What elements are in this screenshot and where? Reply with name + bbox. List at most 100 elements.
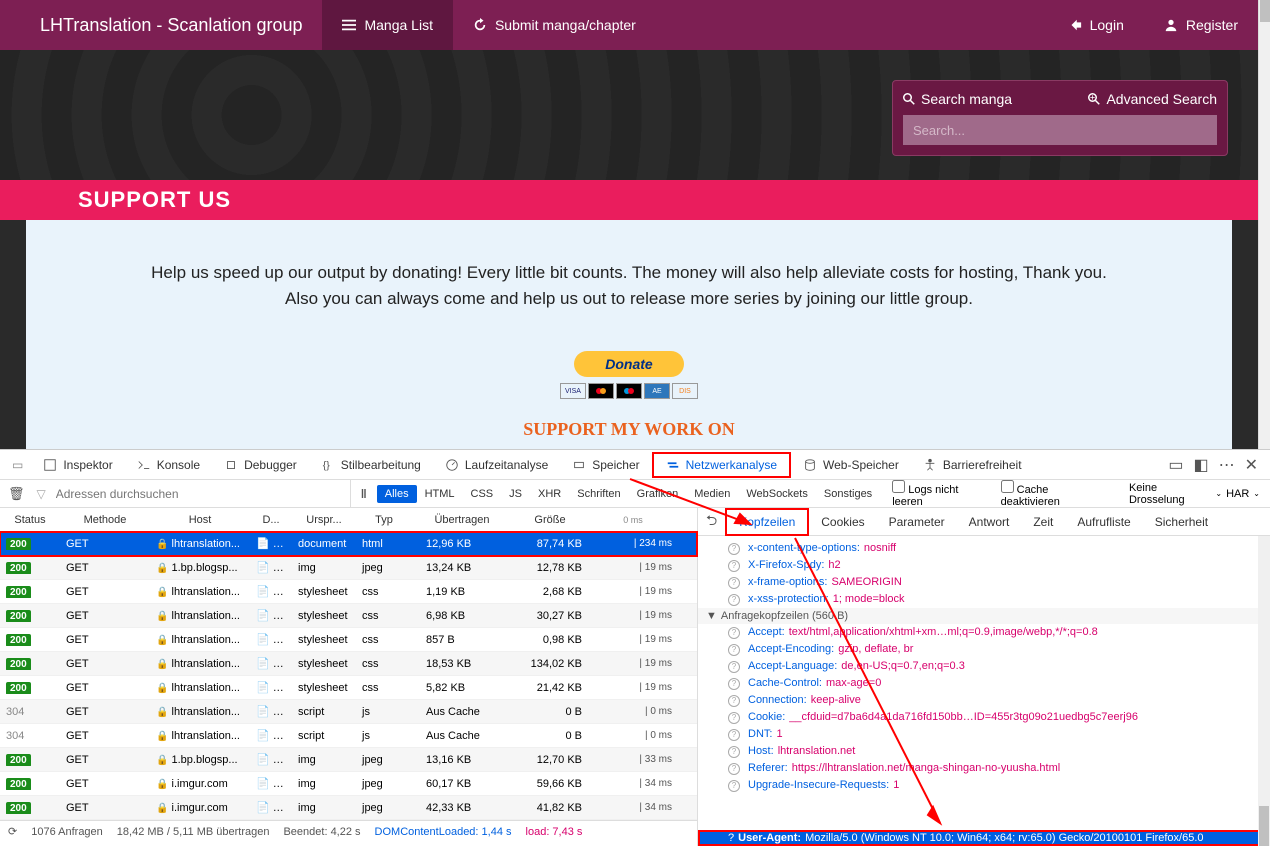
tab-inspektor[interactable]: Inspektor — [31, 450, 124, 480]
table-row[interactable]: 200GET🔒 lhtranslation...📄 ba...styleshee… — [0, 676, 697, 700]
search-input[interactable] — [903, 115, 1217, 145]
col-status[interactable]: Status — [0, 514, 60, 526]
pill-css[interactable]: CSS — [463, 485, 502, 503]
more-icon[interactable]: ⋯ — [1219, 455, 1235, 475]
table-row[interactable]: 200GET🔒 lhtranslation...📄 uni...styleshe… — [0, 652, 697, 676]
hero: Search manga Advanced Search — [0, 50, 1258, 180]
responsive-icon[interactable]: ▭ — [1168, 455, 1183, 475]
network-icon — [666, 458, 680, 472]
nav-manga-list[interactable]: Manga List — [322, 0, 452, 50]
nav-label: Login — [1090, 17, 1124, 33]
search-icon — [903, 93, 915, 105]
persist-logs[interactable]: Logs nicht leeren — [892, 480, 988, 508]
tab-konsole[interactable]: Konsole — [125, 450, 212, 480]
table-row[interactable]: 200GET🔒 1.bp.blogsp...📄 11...imgjpeg13,2… — [0, 556, 697, 580]
pill-media[interactable]: Medien — [686, 485, 738, 503]
advanced-search[interactable]: Advanced Search — [1088, 91, 1217, 107]
tab-kopfzeilen[interactable]: Kopfzeilen — [725, 508, 809, 536]
support-banner: SUPPORT US — [0, 180, 1258, 220]
pause-button[interactable]: ‖ — [350, 480, 377, 508]
payment-cards: VISA AE DIS — [86, 383, 1172, 399]
back-button[interactable]: ⮌ — [698, 510, 725, 534]
user-icon — [1164, 18, 1178, 32]
table-row[interactable]: 200GET🔒 lhtranslation...📄 ind...document… — [0, 532, 697, 556]
support-text: Help us speed up our output by donating!… — [86, 260, 1172, 311]
nav-login[interactable]: Login — [1048, 0, 1144, 50]
disable-cache[interactable]: Cache deaktivieren — [1001, 480, 1107, 508]
pill-js[interactable]: JS — [501, 485, 530, 503]
table-row[interactable]: 304GET🔒 lhtranslation...📄 em...scriptjsA… — [0, 724, 697, 748]
memory-icon — [572, 458, 586, 472]
table-row[interactable]: 200GET🔒 i.imgur.com📄 Sr...imgjpeg60,17 K… — [0, 772, 697, 796]
col-typ[interactable]: Typ — [356, 514, 412, 526]
pill-ws[interactable]: WebSockets — [738, 485, 816, 503]
page-content: LHTranslation - Scanlation group Manga L… — [0, 0, 1258, 449]
clear-icon[interactable]: 🗑 — [0, 486, 33, 502]
search-label: Search manga — [903, 91, 1012, 107]
footer-finish: Beendet: 4,22 s — [283, 826, 360, 838]
tab-debugger[interactable]: Debugger — [212, 450, 309, 480]
pill-alles[interactable]: Alles — [377, 485, 417, 503]
pill-images[interactable]: Grafiken — [629, 485, 687, 503]
table-header: Status Methode Host D... Urspr... Typ Üb… — [0, 508, 697, 532]
pill-xhr[interactable]: XHR — [530, 485, 569, 503]
header-line: ?x-xss-protection: 1; mode=block — [698, 591, 1270, 608]
pill-other[interactable]: Sonstiges — [816, 485, 880, 503]
col-host[interactable]: Host — [150, 514, 250, 526]
col-ursp[interactable]: Urspr... — [292, 514, 356, 526]
devtools-tabs: ▭ Inspektor Konsole Debugger {}Stilbearb… — [0, 450, 1270, 480]
col-size[interactable]: Größe — [512, 514, 588, 526]
frame-select-icon[interactable]: ▭ — [4, 458, 31, 472]
table-row[interactable]: 200GET🔒 i.imgur.com📄 ylc...imgjpeg42,33 … — [0, 796, 697, 820]
tab-antwort[interactable]: Antwort — [957, 508, 1022, 536]
filter-input[interactable] — [50, 487, 350, 501]
tab-cookies[interactable]: Cookies — [809, 508, 876, 536]
nav-register[interactable]: Register — [1144, 0, 1258, 50]
col-trans[interactable]: Übertragen — [412, 514, 512, 526]
table-row[interactable]: 200GET🔒 lhtranslation...📄 ow...styleshee… — [0, 628, 697, 652]
a11y-icon — [923, 458, 937, 472]
nav-label: Register — [1186, 17, 1238, 33]
col-time[interactable]: 0 ms — [588, 514, 678, 526]
reload-icon[interactable]: ⟳ — [8, 825, 17, 838]
tab-laufzeit[interactable]: Laufzeitanalyse — [433, 450, 560, 480]
pill-html[interactable]: HTML — [417, 485, 463, 503]
table-row[interactable]: 200GET🔒 1.bp.blogsp...📄 59...imgjpeg13,1… — [0, 748, 697, 772]
mastercard-icon — [588, 383, 614, 399]
close-icon[interactable]: ✕ — [1245, 455, 1258, 475]
footer-requests: 1076 Anfragen — [31, 826, 103, 838]
header-line: ?Referer: https://lhtranslation.net/mang… — [698, 760, 1270, 777]
user-agent-header[interactable]: ? User-Agent: Mozilla/5.0 (Windows NT 10… — [698, 830, 1270, 846]
nav-label: Manga List — [364, 17, 432, 33]
request-headers-section[interactable]: ▼Anfragekopfzeilen (560 B) — [698, 608, 1270, 624]
dock-icon[interactable]: ◧ — [1193, 455, 1208, 475]
table-row[interactable]: 200GET🔒 lhtranslation...📄 fo...styleshee… — [0, 604, 697, 628]
tab-parameter[interactable]: Parameter — [877, 508, 957, 536]
table-row[interactable]: 304GET🔒 lhtranslation...📄 jqu...scriptjs… — [0, 700, 697, 724]
perf-icon — [445, 458, 459, 472]
tab-barrier[interactable]: Barrierefreiheit — [911, 450, 1034, 480]
tab-stil[interactable]: {}Stilbearbeitung — [309, 450, 433, 480]
nav-submit[interactable]: Submit manga/chapter — [453, 0, 656, 50]
tab-sicherheit[interactable]: Sicherheit — [1143, 508, 1220, 536]
header-line: ?Host: lhtranslation.net — [698, 743, 1270, 760]
throttle-select[interactable]: Keine Drosselung ⌄ HAR ⌄ — [1119, 482, 1270, 506]
tab-speicher[interactable]: Speicher — [560, 450, 651, 480]
col-d[interactable]: D... — [250, 514, 292, 526]
donate-button[interactable]: Donate — [574, 351, 684, 377]
discover-icon: DIS — [672, 383, 698, 399]
table-row[interactable]: 200GET🔒 lhtranslation...📄 ow...styleshee… — [0, 580, 697, 604]
brand[interactable]: LHTranslation - Scanlation group — [0, 15, 322, 36]
footer-load: load: 7,43 s — [526, 826, 583, 838]
col-method[interactable]: Methode — [60, 514, 150, 526]
support-work-text: SUPPORT MY WORK ON — [86, 419, 1172, 440]
detail-scrollbar[interactable] — [1258, 536, 1270, 846]
filter-icon[interactable]: ▽ — [33, 487, 50, 501]
tab-zeit[interactable]: Zeit — [1021, 508, 1065, 536]
tab-aufrufliste[interactable]: Aufrufliste — [1065, 508, 1142, 536]
header-line: ?x-frame-options: SAMEORIGIN — [698, 574, 1270, 591]
tab-netzwerk[interactable]: Netzwerkanalyse — [652, 452, 791, 478]
tab-webspeicher[interactable]: Web-Speicher — [791, 450, 911, 480]
pill-fonts[interactable]: Schriften — [569, 485, 628, 503]
filter-pills: Alles HTML CSS JS XHR Schriften Grafiken… — [377, 480, 880, 508]
